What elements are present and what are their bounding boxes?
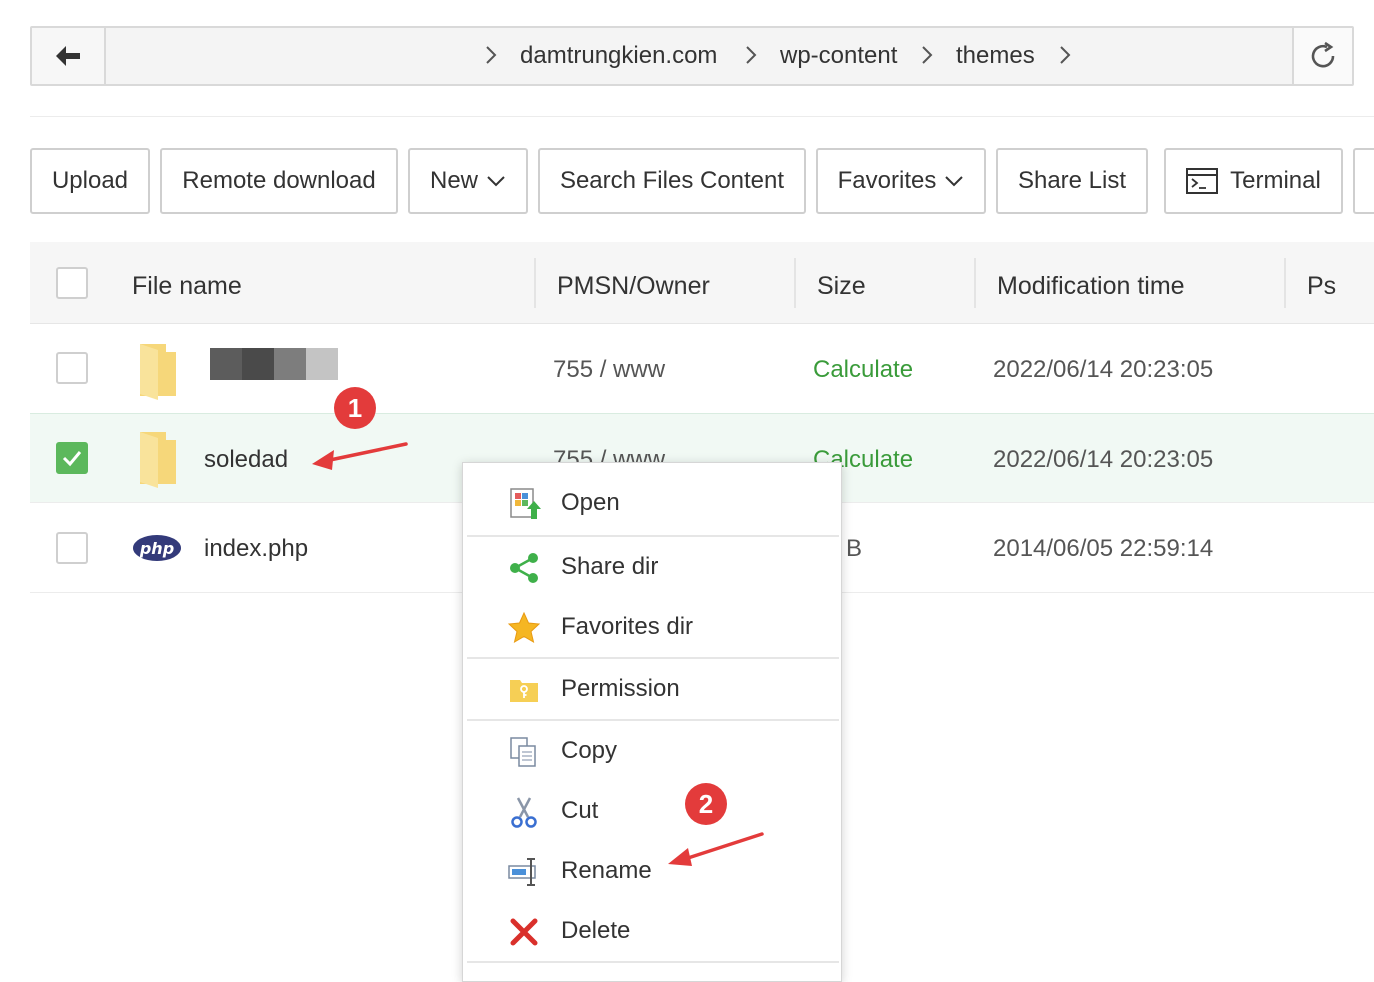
menu-item-rename[interactable]: Rename <box>463 841 841 901</box>
mtime-cell: 2014/06/05 22:59:14 <box>993 535 1214 562</box>
chevron-right-icon <box>746 46 757 64</box>
column-separator <box>1284 258 1286 308</box>
terminal-icon <box>1186 168 1219 194</box>
menu-label-rename: Rename <box>561 857 652 884</box>
terminal-button[interactable]: Terminal <box>1164 148 1343 214</box>
copy-icon <box>510 737 536 767</box>
menu-separator <box>467 961 839 963</box>
remote-download-label: Remote download <box>182 167 376 194</box>
menu-label-share-dir: Share dir <box>561 553 659 580</box>
new-button[interactable]: New <box>408 148 528 214</box>
breadcrumb-item-domain[interactable]: damtrungkien.com <box>520 42 717 70</box>
upload-label: Upload <box>51 167 129 194</box>
menu-label-cut: Cut <box>561 797 599 824</box>
menu-label-permission: Permission <box>561 675 680 702</box>
favorites-button[interactable]: Favorites <box>816 148 986 214</box>
file-name[interactable]: index.php <box>204 535 308 563</box>
column-ps[interactable]: Ps <box>1307 272 1336 301</box>
mtime-cell: 2022/06/14 20:23:05 <box>993 356 1214 383</box>
chevron-right-icon <box>1060 46 1071 64</box>
annotation-arrow-icon <box>312 442 408 470</box>
menu-item-open[interactable]: Open <box>463 473 841 533</box>
refresh-button[interactable] <box>1292 28 1352 84</box>
menu-item-permission[interactable]: Permission <box>463 659 841 719</box>
breadcrumb-item-wp-content[interactable]: wp-content <box>780 42 897 70</box>
refresh-icon <box>1311 41 1335 68</box>
share-list-button[interactable]: Share List <box>996 148 1148 214</box>
more-toolbar-button[interactable] <box>1353 148 1374 214</box>
column-size[interactable]: Size <box>817 272 866 301</box>
folder-icon <box>140 432 176 488</box>
chevron-down-icon <box>945 176 964 187</box>
search-files-content-button[interactable]: Search Files Content <box>538 148 806 214</box>
size-cell: B <box>846 535 863 562</box>
annotation-arrow-icon <box>668 832 764 866</box>
terminal-label: Terminal <box>1230 167 1321 194</box>
share-icon <box>510 553 538 583</box>
share-list-label: Share List <box>1017 167 1127 194</box>
star-icon <box>507 611 541 644</box>
column-permission[interactable]: PMSN/Owner <box>557 272 710 301</box>
menu-label-open: Open <box>561 489 620 516</box>
path-bar: damtrungkien.com wp-content themes <box>30 26 1354 86</box>
search-files-label: Search Files Content <box>559 167 785 194</box>
menu-label-copy: Copy <box>561 737 618 764</box>
column-modification-time[interactable]: Modification time <box>997 272 1185 301</box>
row-checkbox-checked[interactable] <box>56 442 88 474</box>
row-checkbox[interactable] <box>56 532 88 564</box>
folder-icon <box>140 344 176 400</box>
menu-item-delete[interactable]: Delete <box>463 901 841 961</box>
calculate-size-link[interactable]: Calculate <box>813 356 913 384</box>
redacted-file-name <box>210 348 338 380</box>
step-badge-1: 1 <box>334 387 376 429</box>
menu-item-favorites-dir[interactable]: Favorites dir <box>463 597 841 657</box>
menu-label-delete: Delete <box>561 917 631 944</box>
context-menu: Open Share dir Favorites dir Permission <box>462 462 842 982</box>
column-separator <box>974 258 976 308</box>
svg-text:php: php <box>139 539 174 558</box>
step-badge-2: 2 <box>685 783 727 825</box>
column-file-name[interactable]: File name <box>132 272 242 301</box>
php-file-icon: php <box>133 535 181 561</box>
rename-icon <box>508 858 536 886</box>
mtime-cell: 2022/06/14 20:23:05 <box>993 446 1214 473</box>
permission-key-icon <box>510 680 538 702</box>
breadcrumb-item-themes[interactable]: themes <box>956 42 1035 70</box>
menu-item-cut[interactable]: Cut <box>463 781 841 841</box>
row-checkbox[interactable] <box>56 352 88 384</box>
table-row[interactable]: 755 / www Calculate 2022/06/14 20:23:05 <box>30 324 1374 414</box>
delete-x-icon <box>510 918 538 946</box>
chevron-right-icon <box>922 46 933 64</box>
menu-label-favorites-dir: Favorites dir <box>561 613 694 640</box>
menu-item-share-dir[interactable]: Share dir <box>463 537 841 597</box>
column-separator <box>534 258 536 308</box>
breadcrumb: damtrungkien.com wp-content themes <box>32 28 1352 84</box>
chevron-right-icon <box>486 46 497 64</box>
file-table-header: File name PMSN/Owner Size Modification t… <box>30 242 1374 324</box>
upload-button[interactable]: Upload <box>30 148 150 214</box>
file-name[interactable]: soledad <box>204 446 288 474</box>
menu-item-copy[interactable]: Copy <box>463 721 841 781</box>
scissors-icon <box>511 797 537 828</box>
toolbar-divider <box>30 116 1374 117</box>
checkmark-icon <box>62 451 82 467</box>
favorites-label: Favorites <box>837 167 937 194</box>
remote-download-button[interactable]: Remote download <box>160 148 398 214</box>
new-label: New <box>429 167 478 194</box>
column-separator <box>794 258 796 308</box>
permission-cell[interactable]: 755 / www <box>553 356 665 384</box>
open-icon <box>510 488 541 519</box>
select-all-checkbox[interactable] <box>56 267 88 299</box>
chevron-down-icon <box>487 176 505 187</box>
